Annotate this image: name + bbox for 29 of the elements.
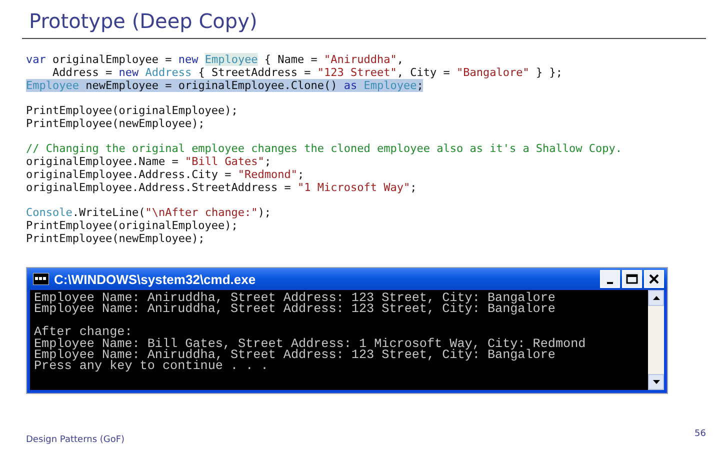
maximize-icon bbox=[626, 274, 638, 284]
footer-text: Design Patterns (GoF) bbox=[26, 435, 125, 445]
page-number: 56 bbox=[694, 429, 706, 439]
code-line: PrintEmployee(originalEmployee); bbox=[26, 219, 238, 232]
slide-title: Prototype (Deep Copy) bbox=[28, 8, 258, 34]
code-line: Console.WriteLine("\nAfter change:"); bbox=[26, 206, 272, 219]
code-line: PrintEmployee(originalEmployee); bbox=[26, 104, 238, 117]
console-output-line: Employee Name: Aniruddha, Street Address: 123 Street, City: Bangalore bbox=[34, 304, 556, 316]
console-output-line: After change: bbox=[34, 327, 132, 339]
code-line: var originalEmployee = new Employee { Name = "Aniruddha", bbox=[26, 53, 404, 66]
code-line: Address = new Address { StreetAddress = "123 Street", City = "Bangalore" } }; bbox=[51, 66, 562, 79]
code-line: originalEmployee.Address.City = "Redmond"; bbox=[26, 168, 304, 181]
console-icon bbox=[33, 273, 49, 285]
console-output-line: Press any key to continue . . . bbox=[34, 361, 268, 373]
maximize-button[interactable] bbox=[622, 270, 642, 288]
scrollbar[interactable] bbox=[648, 290, 664, 390]
close-button[interactable] bbox=[644, 270, 664, 288]
console-title: C:\WINDOWS\system32\cmd.exe bbox=[54, 272, 256, 286]
code-line: PrintEmployee(newEmployee); bbox=[26, 232, 205, 245]
code-line: originalEmployee.Address.StreetAddress = "1 Microsoft Way"; bbox=[26, 181, 417, 194]
console-output-line: Employee Name: Aniruddha, Street Address: 123 Street, City: Bangalore bbox=[34, 350, 556, 362]
down-arrow-icon bbox=[652, 380, 660, 384]
close-icon bbox=[649, 274, 659, 284]
up-arrow-icon bbox=[652, 296, 660, 300]
code-line: PrintEmployee(newEmployee); bbox=[26, 117, 205, 130]
code-line: // Changing the original employee changes the cloned employee also as it's a Shallow Copy. bbox=[26, 142, 622, 155]
minimize-button[interactable] bbox=[600, 270, 620, 288]
code-line: originalEmployee.Name = "Bill Gates"; bbox=[26, 155, 272, 168]
minimize-icon bbox=[607, 282, 613, 284]
